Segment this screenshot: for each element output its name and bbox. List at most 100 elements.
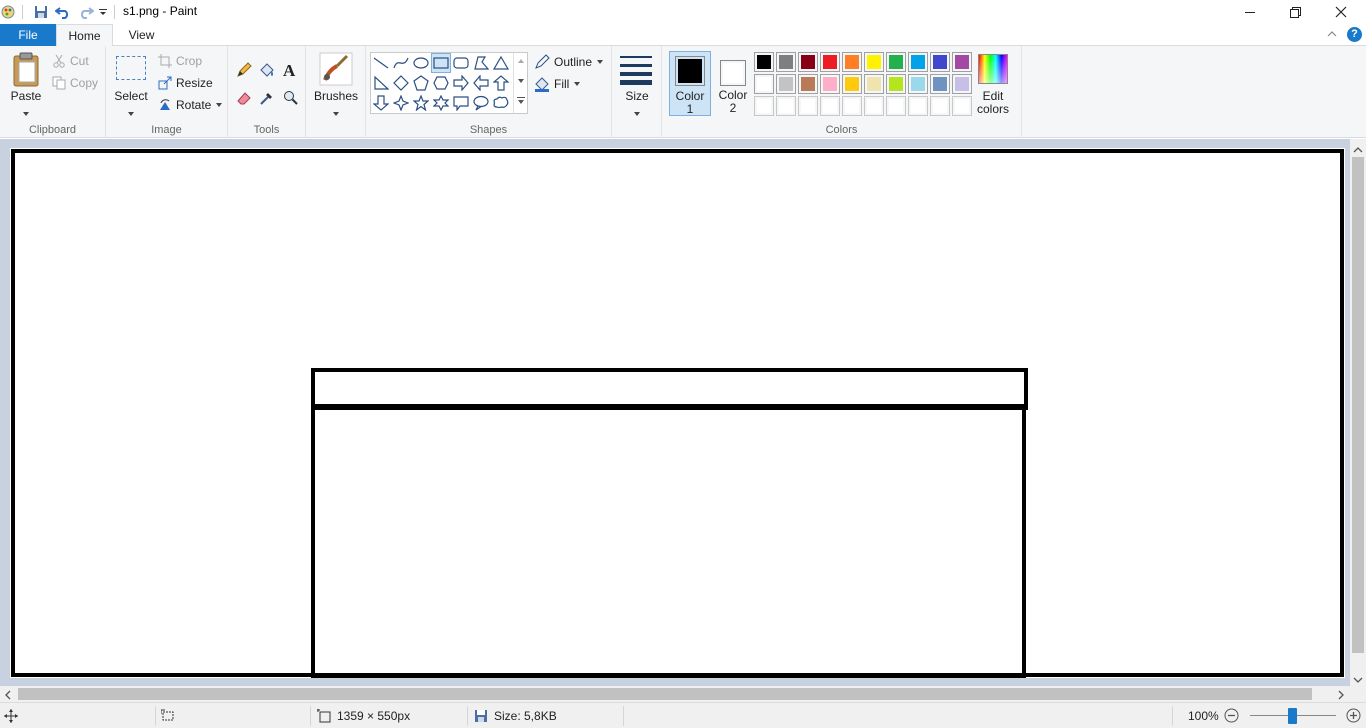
palette-swatch[interactable]	[886, 74, 906, 94]
cloud-callout-shape-icon[interactable]	[491, 93, 511, 113]
collapse-ribbon-icon[interactable]	[1326, 28, 1338, 43]
copy-button[interactable]: Copy	[52, 76, 98, 90]
restore-button[interactable]	[1272, 0, 1318, 24]
palette-swatch[interactable]	[842, 74, 862, 94]
pentagon-shape-icon[interactable]	[411, 73, 431, 93]
size-dropdown-icon[interactable]	[633, 106, 641, 120]
horizontal-scroll-thumb[interactable]	[18, 688, 1312, 700]
paste-icon[interactable]	[12, 52, 42, 90]
scroll-down-icon[interactable]	[1353, 673, 1363, 687]
palette-swatch[interactable]	[908, 52, 928, 72]
palette-swatch[interactable]	[952, 96, 972, 116]
text-tool-icon[interactable]: A	[283, 61, 295, 81]
minimize-button[interactable]	[1227, 0, 1273, 24]
oval-shape-icon[interactable]	[411, 53, 431, 73]
crop-button[interactable]: Crop	[158, 54, 202, 68]
hexagon-shape-icon[interactable]	[431, 73, 451, 93]
six-point-star-shape-icon[interactable]	[431, 93, 451, 113]
zoom-slider-thumb[interactable]	[1288, 708, 1297, 724]
palette-swatch[interactable]	[798, 74, 818, 94]
tab-home[interactable]: Home	[56, 24, 113, 47]
edit-colors-button[interactable]: Edit colors	[976, 52, 1010, 118]
zoom-out-icon[interactable]	[1224, 708, 1239, 726]
select-button[interactable]: Select	[111, 90, 151, 103]
four-point-star-shape-icon[interactable]	[391, 93, 411, 113]
diamond-shape-icon[interactable]	[391, 73, 411, 93]
resize-button[interactable]: Resize	[158, 76, 213, 90]
rotate-button[interactable]: Rotate	[158, 98, 223, 112]
brushes-button[interactable]: Brushes	[306, 90, 366, 103]
palette-swatch[interactable]	[908, 96, 928, 116]
palette-swatch[interactable]	[754, 74, 774, 94]
five-point-star-shape-icon[interactable]	[411, 93, 431, 113]
help-icon[interactable]: ?	[1347, 27, 1362, 42]
palette-swatch[interactable]	[798, 96, 818, 116]
palette-swatch[interactable]	[754, 96, 774, 116]
tab-file[interactable]: File	[0, 24, 56, 46]
polygon-shape-icon[interactable]	[471, 53, 491, 73]
palette-swatch[interactable]	[952, 52, 972, 72]
close-button[interactable]	[1318, 0, 1364, 24]
palette-swatch[interactable]	[776, 96, 796, 116]
palette-swatch[interactable]	[776, 74, 796, 94]
size-button[interactable]: Size	[612, 90, 662, 103]
undo-icon[interactable]	[54, 3, 72, 21]
palette-swatch[interactable]	[864, 74, 884, 94]
palette-swatch[interactable]	[776, 52, 796, 72]
color1-button[interactable]: Color 1	[669, 51, 711, 116]
palette-swatch[interactable]	[798, 52, 818, 72]
palette-swatch[interactable]	[930, 96, 950, 116]
curve-shape-icon[interactable]	[391, 53, 411, 73]
palette-swatch[interactable]	[952, 74, 972, 94]
palette-swatch[interactable]	[886, 96, 906, 116]
select-dropdown-icon[interactable]	[127, 106, 135, 120]
rounded-rectangle-shape-icon[interactable]	[451, 53, 471, 73]
select-icon[interactable]	[116, 56, 146, 80]
fill-bucket-icon[interactable]	[259, 62, 275, 81]
vertical-scrollbar[interactable]	[1350, 139, 1366, 686]
tab-view[interactable]: View	[113, 24, 170, 46]
zoom-in-icon[interactable]	[1346, 708, 1361, 726]
right-arrow-shape-icon[interactable]	[451, 73, 471, 93]
color-picker-icon[interactable]	[259, 90, 275, 109]
left-arrow-shape-icon[interactable]	[471, 73, 491, 93]
line-shape-icon[interactable]	[371, 53, 391, 73]
size-lines-icon[interactable]	[620, 54, 654, 85]
horizontal-scrollbar[interactable]	[0, 686, 1350, 702]
vertical-scroll-thumb[interactable]	[1352, 157, 1364, 653]
right-triangle-shape-icon[interactable]	[371, 73, 391, 93]
paste-dropdown-icon[interactable]	[22, 106, 30, 120]
scroll-up-icon[interactable]	[1353, 143, 1363, 157]
paint-app-icon[interactable]	[0, 3, 16, 21]
redo-icon[interactable]	[77, 3, 95, 21]
palette-swatch[interactable]	[864, 96, 884, 116]
save-icon[interactable]	[32, 3, 50, 21]
palette-swatch[interactable]	[864, 52, 884, 72]
palette-swatch[interactable]	[908, 74, 928, 94]
fill-button[interactable]: Fill	[534, 76, 581, 92]
drawing-canvas[interactable]	[10, 148, 1345, 678]
brush-icon[interactable]	[319, 52, 353, 86]
scroll-left-icon[interactable]	[4, 689, 12, 703]
outline-button[interactable]: Outline	[534, 54, 604, 70]
palette-swatch[interactable]	[930, 52, 950, 72]
palette-swatch[interactable]	[930, 74, 950, 94]
eraser-icon[interactable]	[236, 90, 252, 109]
up-arrow-shape-icon[interactable]	[491, 73, 511, 93]
brushes-dropdown-icon[interactable]	[332, 106, 340, 120]
oval-callout-shape-icon[interactable]	[471, 93, 491, 113]
triangle-shape-icon[interactable]	[491, 53, 511, 73]
palette-swatch[interactable]	[842, 96, 862, 116]
scroll-right-icon[interactable]	[1337, 689, 1345, 703]
cut-button[interactable]: Cut	[52, 54, 89, 68]
rectangle-shape-icon[interactable]	[431, 53, 451, 73]
palette-swatch[interactable]	[820, 96, 840, 116]
magnifier-icon[interactable]	[283, 90, 299, 109]
palette-swatch[interactable]	[754, 52, 774, 72]
palette-swatch[interactable]	[820, 74, 840, 94]
rectangular-callout-shape-icon[interactable]	[451, 93, 471, 113]
palette-swatch[interactable]	[842, 52, 862, 72]
paste-button[interactable]: Paste	[6, 90, 46, 103]
down-arrow-shape-icon[interactable]	[371, 93, 391, 113]
pencil-icon[interactable]	[236, 62, 252, 81]
